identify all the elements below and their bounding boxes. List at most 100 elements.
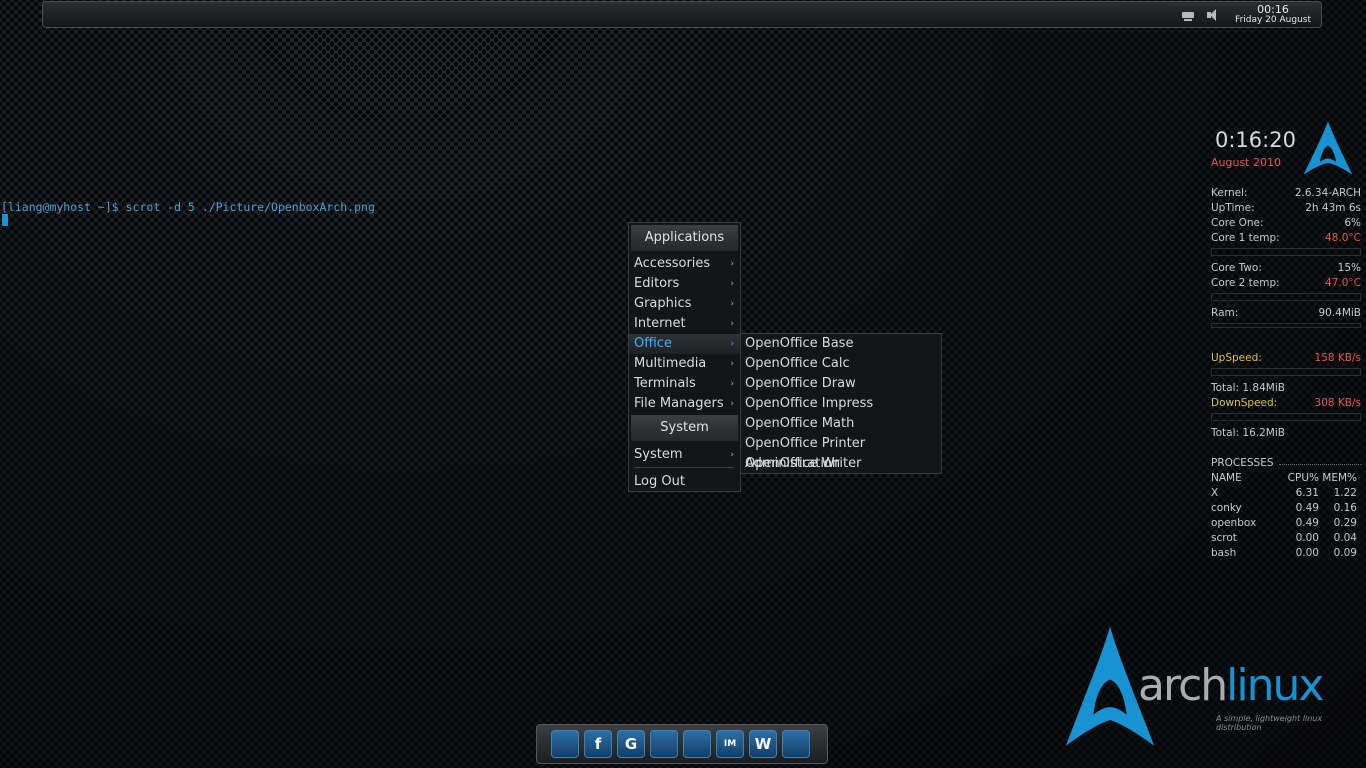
- conky-ram-row: Ram: 90.4MiB: [1211, 306, 1361, 321]
- total-down: Total: 16.2MiB: [1211, 427, 1285, 439]
- dock: f G IM W: [536, 724, 828, 764]
- ram-bar: [1211, 323, 1361, 328]
- conky-total-up-row: Total: 1.84MiB: [1211, 381, 1361, 396]
- process-cpu: 0.49: [1295, 502, 1319, 514]
- menu-separator: [634, 467, 734, 468]
- chevron-right-icon: ›: [730, 399, 734, 409]
- menu-item-label: Graphics: [634, 296, 692, 311]
- mail-icon[interactable]: [650, 730, 678, 758]
- panel-clock[interactable]: 00:16 Friday 20 August: [1229, 4, 1311, 26]
- process-row: scrot 0.00 0.04: [1211, 531, 1361, 546]
- menu-item-system[interactable]: System ›: [629, 445, 740, 465]
- processes-divider: [1279, 464, 1361, 465]
- chevron-right-icon: ›: [730, 339, 734, 349]
- process-row: openbox 0.49 0.29: [1211, 516, 1361, 531]
- core2-label: Core Two:: [1211, 262, 1262, 274]
- submenu-item-openoffice-math[interactable]: OpenOffice Math: [741, 414, 941, 434]
- arch-logo-icon: [1303, 121, 1353, 175]
- menu-item-accessories[interactable]: Accessories ›: [629, 254, 740, 274]
- ram-label: Ram:: [1211, 307, 1239, 319]
- menu-item-file-managers[interactable]: File Managers ›: [629, 394, 740, 414]
- core2-graph: [1211, 293, 1361, 301]
- core2-temp-label: Core 2 temp:: [1211, 277, 1280, 289]
- chevron-right-icon: ›: [730, 279, 734, 289]
- process-cpu: 0.49: [1295, 517, 1319, 529]
- menu-item-logout[interactable]: Log Out: [629, 472, 740, 492]
- submenu-item-openoffice-writer[interactable]: OpenOffice Writer: [741, 454, 941, 474]
- header-name: NAME: [1211, 472, 1242, 484]
- chevron-right-icon: ›: [730, 379, 734, 389]
- core1-temp-label: Core 1 temp:: [1211, 232, 1280, 244]
- conky-downspeed-row: DownSpeed: 308 KB/s: [1211, 396, 1361, 411]
- uptime-value: 2h 43m 6s: [1305, 202, 1361, 214]
- process-mem: 0.09: [1333, 547, 1357, 559]
- core2-value: 15%: [1337, 262, 1361, 274]
- clock-date: Friday 20 August: [1235, 15, 1311, 25]
- menu-item-internet[interactable]: Internet ›: [629, 314, 740, 334]
- core1-label: Core One:: [1211, 217, 1264, 229]
- chevron-right-icon: ›: [730, 299, 734, 309]
- finder-icon[interactable]: [551, 730, 579, 758]
- menu-item-terminals[interactable]: Terminals ›: [629, 374, 740, 394]
- writer-icon[interactable]: W: [749, 730, 777, 758]
- terminal-prompt[interactable]: [liang@myhost ~]$ scrot -d 5 ./Picture/O…: [1, 200, 375, 214]
- wordmark-arch: arch: [1138, 660, 1228, 711]
- archlinux-tagline: A simple, lightweight linux distribution: [1216, 714, 1323, 732]
- network-icon[interactable]: [1181, 8, 1197, 22]
- conky-core2-temp-row: Core 2 temp: 47.0°C: [1211, 276, 1361, 291]
- core1-value: 6%: [1344, 217, 1361, 229]
- conky-monitor: 0:16:20 August 2010 Kernel: 2.6.34-ARCH …: [1209, 121, 1363, 565]
- submenu-item-openoffice-calc[interactable]: OpenOffice Calc: [741, 354, 941, 374]
- device-icon[interactable]: [782, 730, 810, 758]
- process-row: conky 0.49 0.16: [1211, 501, 1361, 516]
- chevron-right-icon: ›: [730, 259, 734, 269]
- downspeed-value: 308 KB/s: [1314, 397, 1361, 409]
- menu-item-graphics[interactable]: Graphics ›: [629, 294, 740, 314]
- volume-icon[interactable]: [1205, 8, 1221, 22]
- downspeed-label: DownSpeed:: [1211, 397, 1278, 409]
- conky-uptime-row: UpTime: 2h 43m 6s: [1211, 201, 1361, 216]
- submenu-item-openoffice-base[interactable]: OpenOffice Base: [741, 334, 941, 354]
- menu-item-multimedia[interactable]: Multimedia ›: [629, 354, 740, 374]
- menu-item-editors[interactable]: Editors ›: [629, 274, 740, 294]
- conky-core1-row: Core One: 6%: [1211, 216, 1361, 231]
- google-icon[interactable]: G: [617, 730, 645, 758]
- kernel-label: Kernel:: [1211, 187, 1248, 199]
- upspeed-value: 158 KB/s: [1314, 352, 1361, 364]
- terminal-cursor: [2, 214, 8, 226]
- wordmark-linux: linux: [1226, 660, 1324, 711]
- process-row: X 6.31 1.22: [1211, 486, 1361, 501]
- process-name: scrot: [1211, 532, 1237, 544]
- processes-title-row: PROCESSES: [1211, 456, 1361, 471]
- menu-item-label: Log Out: [634, 474, 685, 489]
- chevron-right-icon: ›: [730, 319, 734, 329]
- header-cpu: CPU%: [1287, 472, 1319, 484]
- menu-item-label: Internet: [634, 316, 686, 331]
- submenu-item-openoffice-impress[interactable]: OpenOffice Impress: [741, 394, 941, 414]
- system-tray: 00:16 Friday 20 August: [1181, 4, 1311, 26]
- menu-item-label: Office: [634, 336, 672, 351]
- submenu-item-openoffice-printer-admin[interactable]: OpenOffice Printer Administration: [741, 434, 941, 471]
- menu-item-office[interactable]: Office ›: [629, 334, 740, 354]
- uptime-label: UpTime:: [1211, 202, 1255, 214]
- facebook-icon[interactable]: f: [584, 730, 612, 758]
- header-mem: MEM%: [1322, 472, 1357, 484]
- process-name: conky: [1211, 502, 1242, 514]
- menu-header-applications: Applications: [631, 225, 738, 251]
- core2-temp-value: 47.0°C: [1325, 277, 1361, 289]
- kernel-value: 2.6.34-ARCH: [1294, 187, 1361, 199]
- ram-value: 90.4MiB: [1318, 307, 1361, 319]
- processes-title: PROCESSES: [1211, 457, 1274, 469]
- total-up: Total: 1.84MiB: [1211, 382, 1285, 394]
- process-mem: 0.29: [1333, 517, 1357, 529]
- conky-time: 0:16:20: [1215, 128, 1296, 152]
- chat-icon[interactable]: IM: [716, 730, 744, 758]
- menu-item-label: System: [634, 447, 683, 462]
- menu-item-label: Multimedia: [634, 356, 707, 371]
- submenu-item-openoffice-draw[interactable]: OpenOffice Draw: [741, 374, 941, 394]
- conky-upspeed-row: UpSpeed: 158 KB/s: [1211, 351, 1361, 366]
- process-mem: 0.16: [1333, 502, 1357, 514]
- archlinux-wordmark: archlinux: [1138, 660, 1324, 712]
- terminal-icon[interactable]: [683, 730, 711, 758]
- process-name: X: [1211, 487, 1219, 499]
